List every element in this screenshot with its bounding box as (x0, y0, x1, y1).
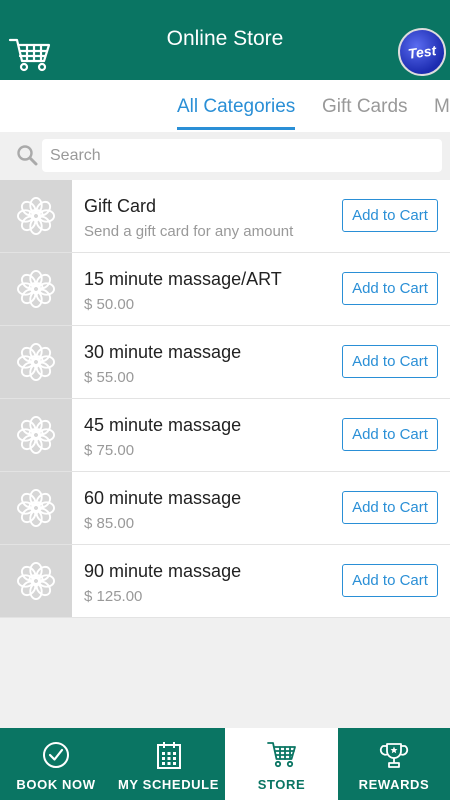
search-bar (0, 132, 450, 180)
check-circle-icon (43, 742, 69, 768)
product-price: $ 125.00 (84, 588, 143, 605)
product-name: Gift Card (84, 196, 157, 216)
product-name: 45 minute massage (84, 415, 242, 435)
bottom-nav: BOOK NOW MY SCHEDULE STORE REWARDS (0, 728, 450, 800)
product-name: 15 minute massage/ART (84, 269, 282, 289)
product-price: $ 50.00 (84, 296, 135, 313)
product-name: 30 minute massage (84, 342, 242, 362)
product-list: Gift Card Send a gift card for any amount… (0, 180, 450, 618)
product-row[interactable]: 45 minute massage $ 75.00 Add to Cart (0, 399, 450, 472)
avatar[interactable]: Test (394, 24, 450, 80)
placeholder-flower-icon (17, 416, 55, 454)
search-icon (17, 145, 38, 166)
nav-label: MY SCHEDULE (118, 777, 219, 792)
nav-book-now[interactable]: BOOK NOW (0, 728, 112, 800)
add-to-cart-button[interactable]: Add to Cart (342, 564, 438, 597)
search-input[interactable] (42, 139, 442, 172)
product-description: Send a gift card for any amount (84, 223, 294, 240)
placeholder-flower-icon (17, 562, 55, 600)
tab-more[interactable]: M (434, 96, 450, 127)
add-to-cart-button[interactable]: Add to Cart (342, 345, 438, 378)
nav-my-schedule[interactable]: MY SCHEDULE (112, 728, 225, 800)
product-price: $ 75.00 (84, 442, 135, 459)
product-row[interactable]: 15 minute massage/ART $ 50.00 Add to Cart (0, 253, 450, 326)
product-row[interactable]: 30 minute massage $ 55.00 Add to Cart (0, 326, 450, 399)
product-thumbnail (0, 399, 72, 471)
product-row[interactable]: 90 minute massage $ 125.00 Add to Cart (0, 545, 450, 618)
product-row[interactable]: Gift Card Send a gift card for any amount… (0, 180, 450, 253)
product-price: $ 55.00 (84, 369, 135, 386)
product-name: 90 minute massage (84, 561, 242, 581)
tab-gift-cards[interactable]: Gift Cards (322, 96, 408, 127)
shopping-cart-icon (266, 742, 296, 768)
category-tabs: All Categories Gift Cards M (0, 80, 450, 132)
avatar-label: Test (406, 42, 438, 62)
product-thumbnail (0, 472, 72, 544)
calendar-icon (156, 742, 181, 769)
add-to-cart-button[interactable]: Add to Cart (342, 199, 438, 232)
add-to-cart-button[interactable]: Add to Cart (342, 272, 438, 305)
placeholder-flower-icon (17, 489, 55, 527)
placeholder-flower-icon (17, 197, 55, 235)
nav-store[interactable]: STORE (225, 728, 338, 800)
trophy-icon (379, 743, 409, 768)
nav-label: BOOK NOW (16, 777, 96, 792)
product-row[interactable]: 60 minute massage $ 85.00 Add to Cart (0, 472, 450, 545)
product-name: 60 minute massage (84, 488, 242, 508)
product-thumbnail (0, 253, 72, 325)
tab-all-categories[interactable]: All Categories (177, 96, 296, 130)
add-to-cart-button[interactable]: Add to Cart (342, 418, 438, 451)
nav-rewards[interactable]: REWARDS (338, 728, 450, 800)
add-to-cart-button[interactable]: Add to Cart (342, 491, 438, 524)
product-thumbnail (0, 180, 72, 252)
shopping-cart-icon[interactable] (8, 36, 52, 74)
page-title: Online Store (166, 27, 284, 50)
nav-label: STORE (257, 777, 306, 792)
placeholder-flower-icon (17, 343, 55, 381)
placeholder-flower-icon (17, 270, 55, 308)
product-price: $ 85.00 (84, 515, 135, 532)
nav-label: REWARDS (358, 777, 430, 792)
product-thumbnail (0, 545, 72, 617)
product-thumbnail (0, 326, 72, 398)
app-header: Online Store Test (0, 0, 450, 80)
